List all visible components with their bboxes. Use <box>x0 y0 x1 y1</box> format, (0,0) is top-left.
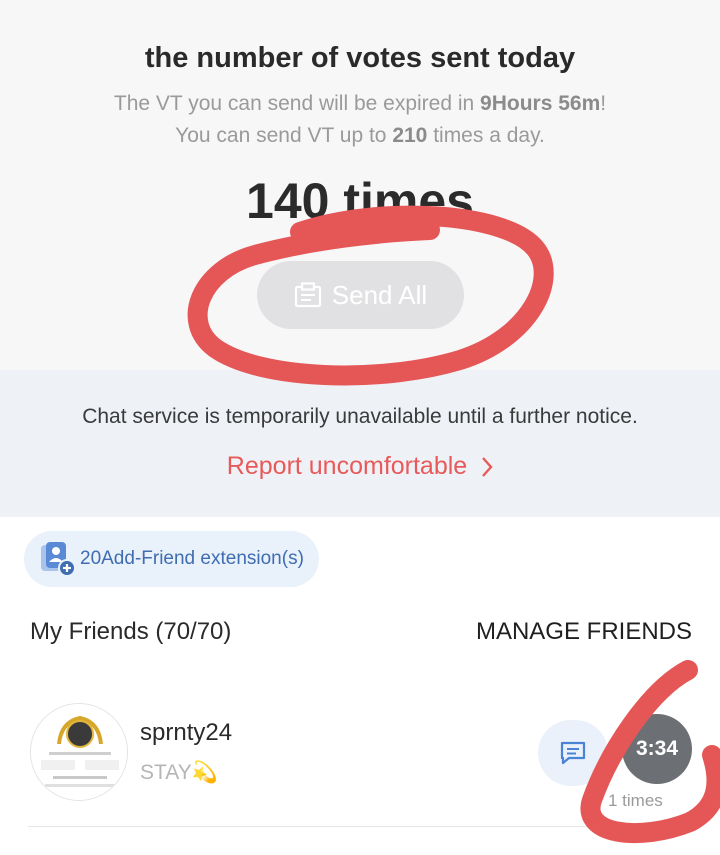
chat-notice: Chat service is temporarily unavailable … <box>0 370 720 517</box>
votes-count: 140 times <box>246 173 474 229</box>
send-all-label: Send All <box>331 279 428 310</box>
add-friend-icon <box>41 542 76 577</box>
chat-button[interactable] <box>538 720 608 786</box>
chevron-right-icon <box>482 456 493 477</box>
votes-panel: the number of votes sent today The VT yo… <box>0 0 720 370</box>
report-label: Report uncomfortable <box>226 452 468 480</box>
avatar[interactable] <box>30 703 128 801</box>
send-all-button[interactable]: Send All <box>257 261 464 329</box>
send-times-label: 1 times <box>608 791 663 810</box>
limit-value: 210 <box>392 124 428 147</box>
manage-friends-button[interactable]: MANAGE FRIENDS <box>476 618 692 646</box>
votes-title: the number of votes sent today <box>144 42 576 74</box>
send-all-icon <box>294 282 321 308</box>
friend-row[interactable]: sprnty24 STAY💫 3:34 1 times <box>0 695 720 827</box>
send-timer-button[interactable]: 3:34 <box>622 714 692 784</box>
add-friend-extension-button[interactable]: 20Add-Friend extension(s) <box>24 531 319 587</box>
notice-text: Chat service is temporarily unavailable … <box>82 405 638 428</box>
friends-title: My Friends (70/70) <box>30 618 232 645</box>
chat-icon <box>560 741 586 765</box>
expire-value: 9Hours 56m <box>480 92 601 115</box>
avatar-image <box>31 704 127 800</box>
expire-text: The VT you can send will be expired in 9… <box>113 92 607 115</box>
friend-status: STAY💫 <box>140 761 218 784</box>
divider <box>28 826 692 827</box>
report-uncomfortable-link[interactable]: Report uncomfortable <box>0 452 720 481</box>
extension-label: 20Add-Friend extension(s) <box>80 548 304 569</box>
friend-name: sprnty24 <box>140 719 233 746</box>
limit-text: You can send VT up to 210 times a day. <box>175 124 545 147</box>
